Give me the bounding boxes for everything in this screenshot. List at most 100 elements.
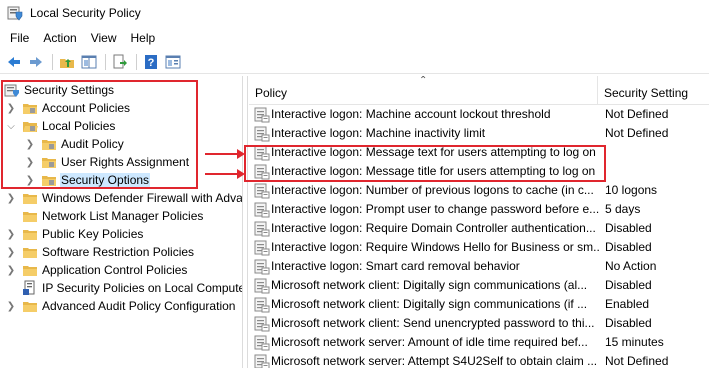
security-setting-value: Not Defined	[605, 107, 669, 121]
security-setting-value: Disabled	[605, 240, 652, 254]
folder-icon	[23, 212, 37, 222]
policy-name: Interactive logon: Smart card removal be…	[271, 259, 520, 273]
tree-item-network-list-manager-policies[interactable]: Network List Manager Policies	[22, 207, 204, 225]
table-row[interactable]: Interactive logon: Message title for use…	[249, 162, 709, 181]
chevron-right-icon[interactable]: ❯	[5, 264, 17, 276]
policy-setting-icon	[254, 202, 270, 218]
folder-icon	[42, 158, 56, 168]
forward-button[interactable]	[26, 52, 46, 72]
security-setting-value: No Action	[605, 259, 657, 273]
up-one-level-button[interactable]	[57, 52, 77, 72]
toolbar-separator	[105, 53, 106, 70]
table-row[interactable]: Interactive logon: Machine inactivity li…	[249, 124, 709, 143]
folder-icon	[23, 230, 37, 240]
table-row[interactable]: Interactive logon: Require Windows Hello…	[249, 238, 709, 257]
column-separator[interactable]	[597, 76, 598, 105]
back-button[interactable]	[4, 52, 24, 72]
security-setting-value: 5 days	[605, 202, 641, 216]
table-row[interactable]: Interactive logon: Message text for user…	[249, 143, 709, 162]
table-row[interactable]: Interactive logon: Prompt user to change…	[249, 200, 709, 219]
policy-name: Microsoft network server: Amount of idle…	[271, 335, 588, 349]
policy-name: Microsoft network client: Digitally sign…	[271, 278, 588, 292]
tree-item-label: Network List Manager Policies	[42, 209, 204, 223]
toolbar-separator	[136, 53, 137, 70]
security-setting-value: Enabled	[605, 297, 650, 311]
chevron-right-icon[interactable]: ❯	[5, 192, 17, 204]
chevron-right-icon[interactable]: ❯	[24, 174, 36, 186]
tree-item-security-options[interactable]: ❯ Security Options	[24, 171, 151, 189]
tree-item-label: Software Restriction Policies	[42, 245, 195, 259]
help-button[interactable]: ?	[141, 52, 161, 72]
list-header: ⌃ Policy Security Setting	[249, 76, 709, 105]
pane-splitter[interactable]	[243, 76, 248, 368]
menu-help[interactable]: Help	[124, 28, 163, 48]
policy-name: Microsoft network client: Send unencrypt…	[271, 316, 595, 330]
table-row[interactable]: Microsoft network client: Send unencrypt…	[249, 314, 709, 333]
tree-item-windows-defender-firewall[interactable]: ❯ Windows Defender Firewall with Advance…	[5, 189, 243, 207]
tree-item-label: Windows Defender Firewall with Advanced …	[42, 191, 243, 205]
security-setting-value: Disabled	[605, 278, 652, 292]
local-security-policy-icon	[7, 6, 23, 21]
tree-item-audit-policy[interactable]: ❯ Audit Policy	[24, 135, 125, 153]
policy-name: Interactive logon: Message text for user…	[271, 145, 596, 159]
console-tree: Security Settings ❯ Account Policies ⌵ L…	[0, 76, 243, 368]
properties-button[interactable]	[163, 52, 183, 72]
chevron-down-icon[interactable]: ⌵	[5, 120, 17, 132]
folder-icon	[42, 176, 56, 186]
export-list-button[interactable]	[110, 52, 130, 72]
properties-icon	[165, 55, 181, 68]
tree-item-local-policies[interactable]: ⌵ Local Policies	[5, 117, 116, 135]
menu-view[interactable]: View	[84, 28, 124, 48]
policy-setting-icon	[254, 145, 270, 161]
policy-setting-icon	[254, 259, 270, 275]
sort-ascending-icon: ⌃	[419, 76, 428, 86]
tree-item-label: Public Key Policies	[42, 227, 144, 241]
title-bar: Local Security Policy	[0, 0, 709, 26]
folder-icon	[23, 266, 37, 276]
chevron-right-icon[interactable]: ❯	[24, 156, 36, 168]
policy-name: Interactive logon: Require Windows Hello…	[271, 240, 599, 254]
menu-file[interactable]: File	[0, 28, 36, 48]
tree-item-public-key-policies[interactable]: ❯ Public Key Policies	[5, 225, 144, 243]
menu-action[interactable]: Action	[36, 28, 83, 48]
chevron-right-icon[interactable]: ❯	[5, 102, 17, 114]
table-row[interactable]: Microsoft network server: Amount of idle…	[249, 333, 709, 352]
tree-item-label: Application Control Policies	[42, 263, 188, 277]
show-hide-console-tree-button[interactable]	[79, 52, 99, 72]
help-icon: ?	[145, 54, 157, 69]
column-header-security-setting[interactable]: Security Setting	[604, 86, 688, 100]
toolbar-separator	[52, 53, 53, 70]
ip-security-icon	[23, 280, 35, 295]
tree-item-label: Audit Policy	[61, 137, 124, 151]
tree-item-software-restriction-policies[interactable]: ❯ Software Restriction Policies	[5, 243, 195, 261]
tree-item-label: User Rights Assignment	[61, 155, 190, 169]
policy-name: Interactive logon: Number of previous lo…	[271, 183, 594, 197]
policy-setting-icon	[254, 278, 270, 294]
chevron-right-icon[interactable]: ❯	[24, 138, 36, 150]
folder-icon	[23, 104, 37, 114]
chevron-right-icon[interactable]: ❯	[5, 246, 17, 258]
tree-item-user-rights-assignment[interactable]: ❯ User Rights Assignment	[24, 153, 190, 171]
table-row[interactable]: Microsoft network client: Digitally sign…	[249, 276, 709, 295]
security-setting-value: 10 logons	[605, 183, 658, 197]
tree-item-application-control-policies[interactable]: ❯ Application Control Policies	[5, 261, 188, 279]
table-row[interactable]: Interactive logon: Machine account locko…	[249, 105, 709, 124]
chevron-right-icon[interactable]: ❯	[5, 300, 17, 312]
policy-setting-icon	[254, 183, 270, 199]
table-row[interactable]: Interactive logon: Require Domain Contro…	[249, 219, 709, 238]
tree-item-ip-security-policies[interactable]: IP Security Policies on Local Computer	[22, 279, 243, 297]
export-list-icon	[113, 54, 127, 68]
chevron-right-icon[interactable]: ❯	[5, 228, 17, 240]
tree-item-account-policies[interactable]: ❯ Account Policies	[5, 99, 131, 117]
security-setting-value: Not Defined	[605, 126, 669, 140]
table-row[interactable]: Interactive logon: Number of previous lo…	[249, 181, 709, 200]
security-setting-value: Disabled	[605, 221, 652, 235]
tree-item-advanced-audit-policy-configuration[interactable]: ❯ Advanced Audit Policy Configuration	[5, 297, 236, 315]
security-settings-icon	[4, 84, 19, 97]
table-row[interactable]: Microsoft network client: Digitally sign…	[249, 295, 709, 314]
column-header-policy[interactable]: Policy	[255, 86, 287, 100]
tree-item-label: IP Security Policies on Local Computer	[42, 281, 243, 295]
tree-item-security-settings[interactable]: Security Settings	[4, 81, 115, 99]
table-row[interactable]: Microsoft network server: Attempt S4U2Se…	[249, 352, 709, 368]
table-row[interactable]: Interactive logon: Smart card removal be…	[249, 257, 709, 276]
